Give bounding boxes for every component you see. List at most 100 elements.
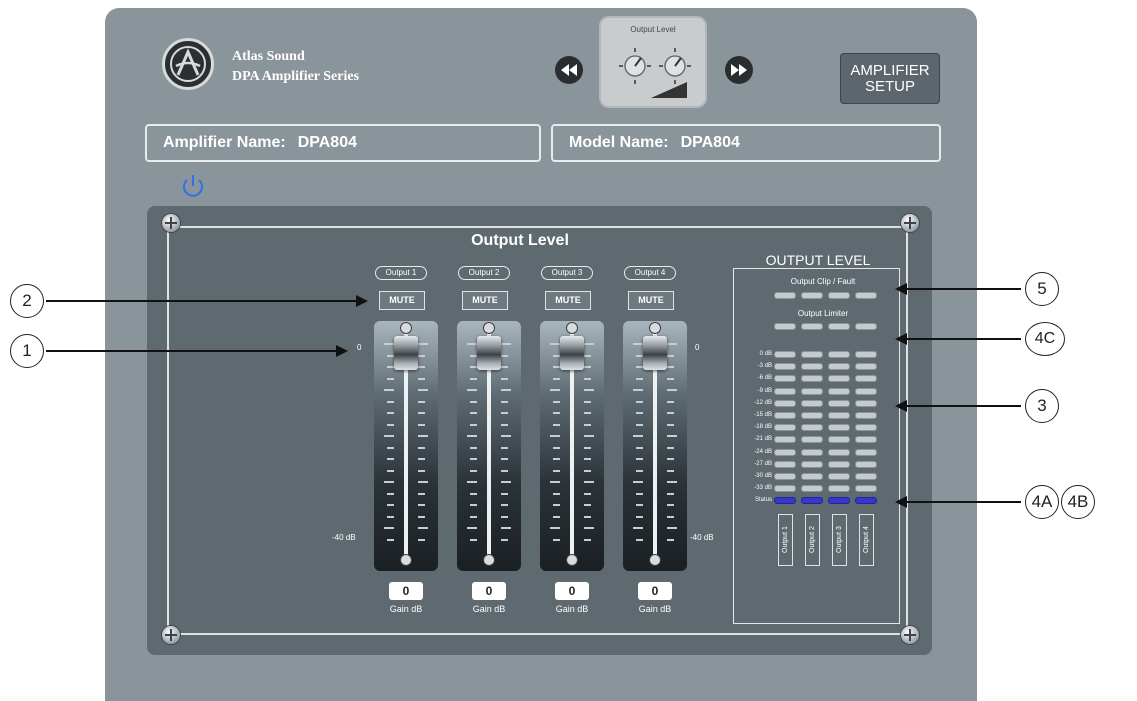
mute-button-output-4[interactable]: MUTE bbox=[628, 291, 674, 310]
fader-stop-icon bbox=[567, 555, 577, 565]
db-scale-label: -33 dB bbox=[754, 485, 772, 492]
fader-tick bbox=[501, 343, 511, 345]
fader-tick bbox=[584, 492, 591, 495]
fader-tick bbox=[667, 538, 674, 541]
fader-tick bbox=[553, 458, 560, 460]
gain-value-output-3[interactable]: 0 bbox=[555, 582, 589, 600]
level-segment bbox=[774, 387, 796, 395]
fader-tick bbox=[470, 492, 477, 495]
screw-icon bbox=[162, 214, 180, 232]
level-segment bbox=[774, 363, 796, 371]
level-segment bbox=[828, 424, 850, 432]
mute-button-output-3[interactable]: MUTE bbox=[545, 291, 591, 310]
level-segment bbox=[774, 473, 796, 480]
power-icon[interactable] bbox=[181, 172, 205, 200]
db-scale-label: -6 dB bbox=[757, 375, 772, 382]
meter-channel-label-1: Output 1 bbox=[778, 514, 793, 566]
fader-tick bbox=[470, 354, 477, 357]
fader-tick bbox=[553, 492, 560, 495]
fader-tick bbox=[553, 412, 560, 414]
callout-arrow bbox=[895, 496, 1021, 508]
fader-tick bbox=[584, 423, 591, 426]
fader-stop-icon bbox=[401, 555, 411, 565]
fader-tick bbox=[418, 515, 425, 518]
fader-cap[interactable] bbox=[394, 336, 418, 370]
fader-output-1[interactable] bbox=[374, 321, 438, 571]
fader-tick bbox=[387, 515, 394, 518]
screw-icon bbox=[162, 626, 180, 644]
fader-tick bbox=[418, 423, 425, 426]
amplifier-name-value: DPA804 bbox=[297, 134, 357, 151]
fader-output-2[interactable] bbox=[457, 321, 521, 571]
rewind-icon[interactable] bbox=[555, 56, 583, 84]
limiter-indicator bbox=[774, 323, 796, 330]
output-level-thumbnail[interactable]: Output Level bbox=[601, 18, 705, 106]
fader-tick bbox=[667, 343, 677, 345]
setup-button-line-1: AMPLIFIER bbox=[850, 61, 930, 79]
fader-tick bbox=[636, 458, 643, 460]
db-scale-label: -21 dB bbox=[754, 436, 772, 443]
fader-cap[interactable] bbox=[477, 336, 501, 370]
fader-tick bbox=[667, 354, 674, 357]
level-segment bbox=[855, 399, 877, 407]
fader-stop-icon bbox=[401, 323, 411, 333]
fader-tick bbox=[636, 538, 643, 541]
gain-value-output-4[interactable]: 0 bbox=[638, 582, 672, 600]
atlas-logo-icon bbox=[162, 38, 214, 90]
level-segment bbox=[828, 375, 850, 383]
level-segment bbox=[801, 351, 823, 358]
brand-line-2: DPA Amplifier Series bbox=[232, 69, 360, 84]
level-segment bbox=[801, 399, 823, 407]
fader-tick bbox=[636, 412, 643, 414]
fader-tick bbox=[584, 389, 594, 391]
fader-tick bbox=[387, 458, 394, 460]
mute-button-output-2[interactable]: MUTE bbox=[462, 291, 508, 310]
brand-line-1: Atlas Sound bbox=[232, 49, 305, 64]
fast-forward-icon[interactable] bbox=[725, 56, 753, 84]
fader-tick bbox=[501, 527, 511, 529]
fader-output-3[interactable] bbox=[540, 321, 604, 571]
gain-value-output-2[interactable]: 0 bbox=[472, 582, 506, 600]
gain-value-output-1[interactable]: 0 bbox=[389, 582, 423, 600]
level-segment bbox=[828, 351, 850, 358]
fader-tick bbox=[387, 377, 394, 380]
level-segment bbox=[855, 363, 877, 371]
fader-tick bbox=[584, 377, 591, 380]
fader-tick bbox=[667, 515, 674, 518]
level-segment bbox=[774, 460, 796, 468]
amplifier-setup-button[interactable]: AMPLIFIER SETUP bbox=[840, 53, 940, 104]
fader-tick bbox=[418, 527, 428, 529]
callout-arrow bbox=[46, 345, 348, 357]
fader-tick bbox=[387, 504, 394, 506]
channel-label-output-2: Output 2 bbox=[458, 266, 510, 280]
model-name-field: Model Name: DPA804 bbox=[551, 124, 941, 162]
fader-tick bbox=[501, 400, 508, 403]
model-name-value: DPA804 bbox=[680, 134, 740, 151]
level-segment bbox=[801, 460, 823, 468]
level-segment bbox=[774, 448, 796, 456]
fader-tick bbox=[636, 515, 643, 518]
level-segment bbox=[828, 363, 850, 371]
mute-button-output-1[interactable]: MUTE bbox=[379, 291, 425, 310]
fader-cap[interactable] bbox=[560, 336, 584, 370]
fader-tick bbox=[470, 400, 477, 403]
fader-tick bbox=[636, 354, 643, 357]
status-label: Status bbox=[754, 497, 772, 504]
callout-2: 2 bbox=[10, 284, 44, 318]
screw-icon bbox=[901, 626, 919, 644]
level-segment bbox=[774, 351, 796, 358]
level-segment bbox=[828, 473, 850, 480]
fader-tick bbox=[418, 458, 425, 460]
fader-tick bbox=[553, 400, 560, 403]
fader-stop-icon bbox=[484, 323, 494, 333]
fader-cap[interactable] bbox=[643, 336, 667, 370]
fader-tick bbox=[553, 366, 560, 368]
level-segment bbox=[828, 436, 850, 444]
fader-tick bbox=[636, 446, 643, 449]
fader-tick bbox=[387, 400, 394, 403]
db-scale-label: -27 dB bbox=[754, 460, 772, 467]
fader-output-4[interactable] bbox=[623, 321, 687, 571]
fader-tick bbox=[470, 515, 477, 518]
limiter-indicator bbox=[855, 323, 877, 330]
fader-tick bbox=[387, 423, 394, 426]
